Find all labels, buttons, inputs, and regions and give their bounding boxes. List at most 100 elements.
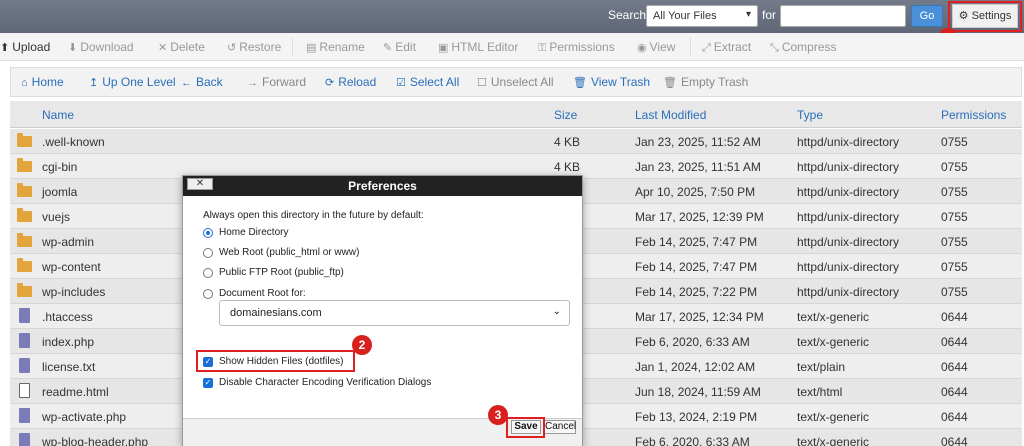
close-icon[interactable]: ✕	[187, 178, 213, 190]
nav-empty-trash-button[interactable]: 🗑 Empty Trash	[663, 75, 748, 89]
toolbar-label: Rename	[319, 40, 365, 54]
nav-unselect-all-button[interactable]: ☐ Unselect All	[477, 75, 554, 89]
show-hidden-highlight	[196, 350, 355, 372]
default-directory-option-label: Web Root (public_html or www)	[219, 247, 360, 258]
nav-reload-button[interactable]: ⟳ Reload	[325, 75, 376, 89]
go-button[interactable]: Go	[911, 5, 943, 27]
nav-home-button[interactable]: ⌂ Home	[21, 75, 64, 89]
nav-select-all-button[interactable]: ☑ Select All	[396, 75, 459, 89]
default-directory-radio[interactable]	[203, 228, 213, 238]
cell-modified: Feb 14, 2025, 7:47 PM	[635, 260, 758, 274]
toolbar-restore-button[interactable]: ↺ Restore	[227, 40, 281, 54]
cancel-button[interactable]: Cancel	[544, 420, 576, 434]
toolbar-edit-button[interactable]: ✎ Edit	[383, 40, 416, 54]
folder-icon	[17, 283, 32, 297]
document-root-select[interactable]: domainesians.com ⌄	[219, 300, 570, 326]
nav-forward-button[interactable]: → Forward	[247, 75, 306, 89]
cell-perms: 0644	[941, 335, 968, 349]
toolbar-permissions-button[interactable]: ⚿ Permissions	[538, 40, 615, 55]
file-icon	[19, 408, 30, 423]
cell-perms: 0755	[941, 135, 968, 149]
home-icon: ⌂	[21, 77, 28, 89]
table-row[interactable]: .well-known 4 KB Jan 23, 2025, 11:52 AM htt…	[10, 129, 1022, 154]
cell-perms: 0755	[941, 235, 968, 249]
toolbar-label: Compress	[781, 40, 837, 54]
nav-view-trash-button[interactable]: 🗑 View Trash	[573, 75, 650, 89]
cell-name: cgi-bin	[42, 160, 78, 174]
cell-perms: 0644	[941, 385, 968, 399]
nav-label: Reload	[338, 75, 377, 89]
cell-perms: 0644	[941, 360, 968, 374]
search-scope-select[interactable]: All Your Files ▾	[646, 5, 758, 27]
toolbar-divider	[292, 38, 293, 56]
compress-icon: ⤡	[770, 42, 779, 54]
cell-modified: Jan 23, 2025, 11:51 AM	[635, 160, 761, 174]
toolbar-label: Permissions	[549, 40, 615, 54]
folder-icon	[17, 158, 32, 172]
cell-type: text/x-generic	[797, 335, 870, 349]
trash-icon: 🗑	[573, 77, 587, 89]
forward-arrow-icon: →	[247, 77, 258, 89]
step-badge-3: 3	[488, 405, 508, 425]
reload-icon: ⟳	[325, 77, 335, 89]
cell-perms: 0755	[941, 260, 968, 274]
file-icon	[19, 433, 30, 446]
cell-modified: Apr 10, 2025, 7:50 PM	[635, 185, 756, 199]
cell-modified: Feb 14, 2025, 7:47 PM	[635, 235, 758, 249]
toolbar-extract-button[interactable]: ⤢ Extract	[702, 40, 751, 55]
cell-modified: Feb 14, 2025, 7:22 PM	[635, 285, 758, 299]
nav-up-one-level-button[interactable]: ↥ Up One Level	[89, 75, 176, 89]
toolbar-html-editor-button[interactable]: ▣ HTML Editor	[438, 40, 518, 54]
folder-icon	[17, 133, 32, 147]
cell-name: .well-known	[42, 135, 105, 149]
toolbar-label: Download	[80, 40, 134, 54]
cell-size: 4 KB	[554, 160, 581, 174]
column-header-type[interactable]: Type	[797, 108, 823, 122]
cell-type: httpd/unix-directory	[797, 285, 900, 299]
toolbar-label: Extract	[713, 40, 752, 54]
cell-name: license.txt	[42, 360, 96, 374]
toolbar-label: Delete	[170, 40, 205, 54]
file-icon	[19, 308, 30, 323]
folder-icon	[17, 208, 32, 222]
cell-type: text/html	[797, 385, 843, 399]
column-header-name[interactable]: Name	[42, 108, 74, 122]
edit-icon: ✎	[383, 42, 393, 54]
cell-type: httpd/unix-directory	[797, 185, 900, 199]
step-badge-2: 2	[352, 335, 372, 355]
chevron-down-icon: ⌄	[552, 306, 561, 317]
column-header-last-modified[interactable]: Last Modified	[635, 108, 706, 122]
default-directory-option-label: Home Directory	[219, 227, 289, 238]
search-input[interactable]	[780, 5, 906, 27]
nav-label: Unselect All	[490, 75, 554, 89]
column-header-size[interactable]: Size	[554, 108, 577, 122]
default-directory-radio[interactable]	[203, 289, 213, 299]
top-search-bar: Search All Your Files ▾ for Go ⚙ Setting…	[0, 0, 1024, 33]
toolbar-delete-button[interactable]: ✕ Delete	[158, 40, 205, 54]
cell-modified: Feb 13, 2024, 2:19 PM	[635, 410, 758, 424]
nav-back-button[interactable]: ← Back	[181, 75, 223, 89]
toolbar-compress-button[interactable]: ⤡ Compress	[770, 40, 837, 55]
key-icon: ⚿	[538, 42, 547, 54]
column-header-permissions[interactable]: Permissions	[941, 108, 1006, 122]
cell-name: vuejs	[42, 210, 71, 224]
disable-encoding-checkbox[interactable]: ✓	[203, 378, 213, 388]
eye-icon: ◉	[637, 42, 647, 54]
nav-label: Select All	[409, 75, 460, 89]
toolbar-download-button[interactable]: ⬇ Download	[68, 40, 134, 54]
cell-name: index.php	[42, 335, 95, 349]
cell-type: httpd/unix-directory	[797, 260, 900, 274]
folder-icon	[17, 233, 32, 247]
cell-type: httpd/unix-directory	[797, 160, 900, 174]
restore-icon: ↺	[227, 42, 237, 54]
cell-size: 4 KB	[554, 135, 581, 149]
cell-name: readme.html	[42, 385, 109, 399]
toolbar-upload-button[interactable]: ⬆ Upload	[0, 40, 50, 54]
toolbar-view-button[interactable]: ◉ View	[637, 40, 675, 54]
navigation-bar: ⌂ Home ↥ Up One Level ← Back → Forward ⟳ Reload ☑ S…	[10, 67, 1022, 97]
toolbar-rename-button[interactable]: ▤ Rename	[306, 40, 365, 54]
cell-type: httpd/unix-directory	[797, 135, 900, 149]
default-directory-radio[interactable]	[203, 248, 213, 258]
default-directory-radio[interactable]	[203, 268, 213, 278]
rename-icon: ▤	[306, 42, 317, 54]
